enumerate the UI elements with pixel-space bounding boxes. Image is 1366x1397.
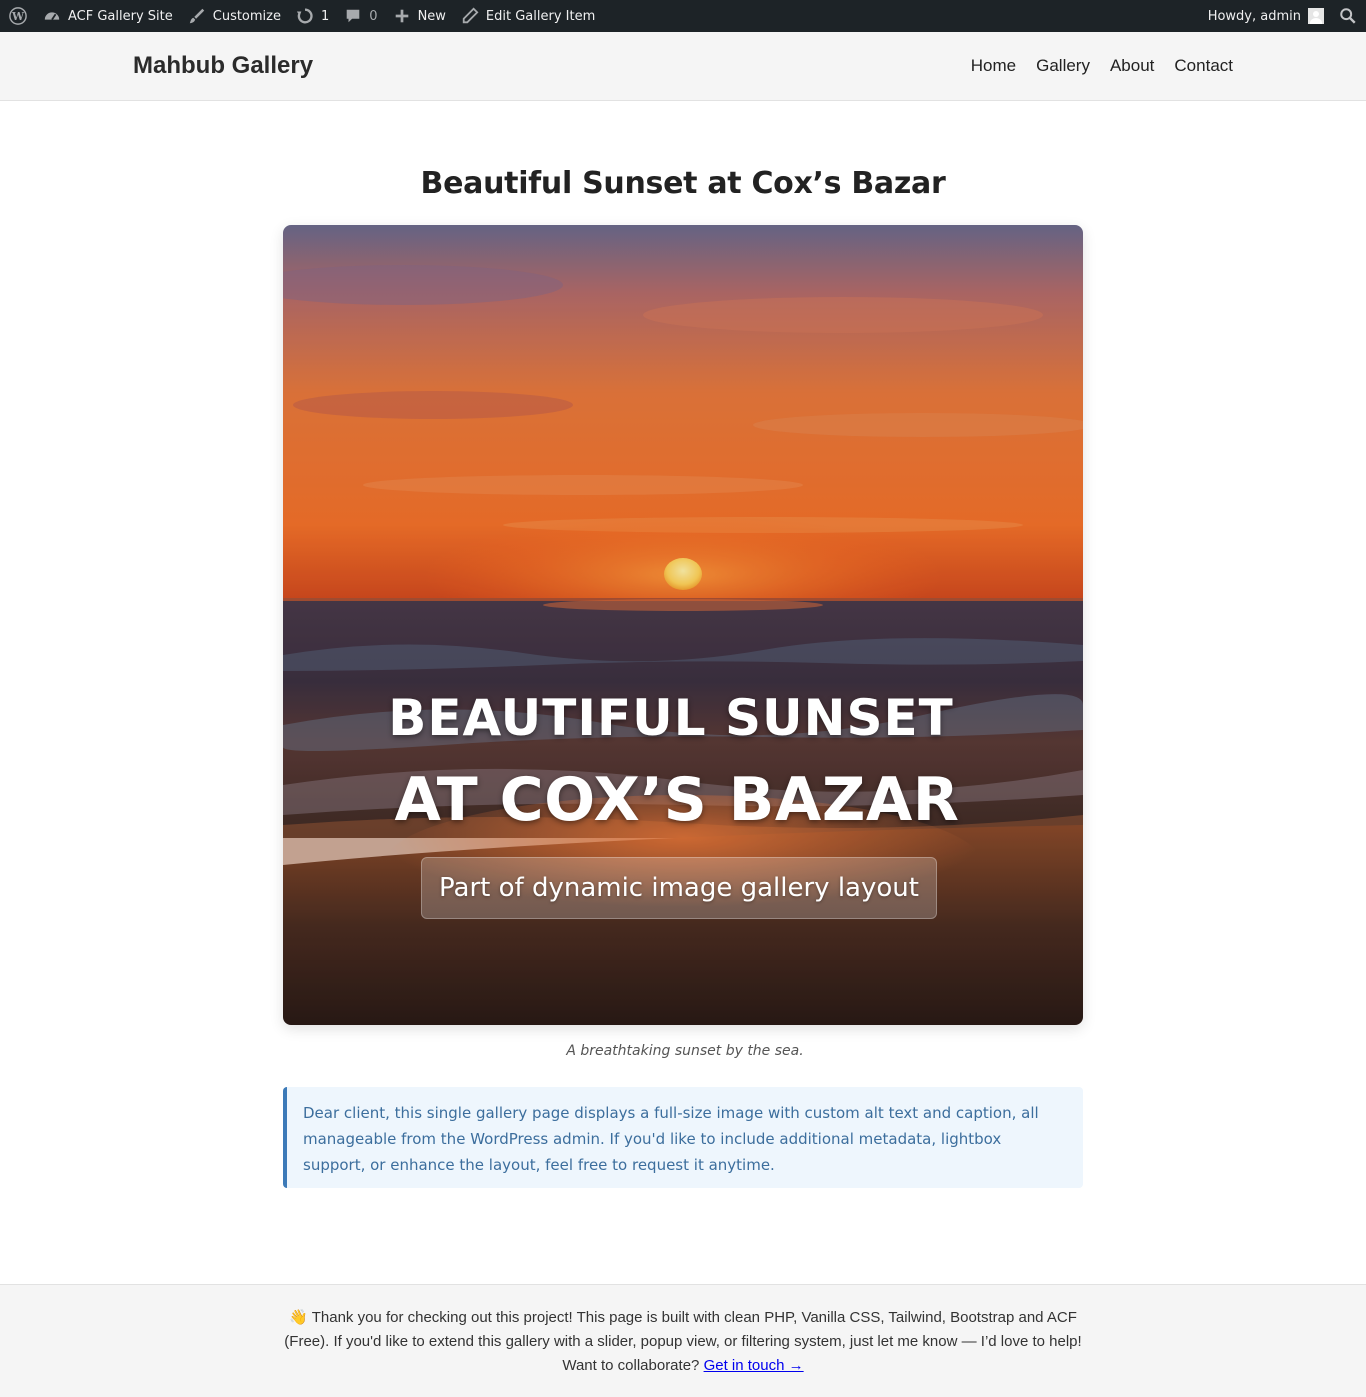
- main-nav: Home Gallery About Contact: [971, 56, 1233, 76]
- nav-about[interactable]: About: [1110, 56, 1154, 76]
- footer-message: 👋 Thank you for checking out this projec…: [278, 1306, 1088, 1378]
- nav-gallery[interactable]: Gallery: [1036, 56, 1090, 76]
- image-caption: A breathtaking sunset by the sea.: [566, 1043, 804, 1059]
- update-icon: [295, 6, 315, 26]
- client-note: Dear client, this single gallery page di…: [283, 1087, 1083, 1188]
- site-name-label: ACF Gallery Site: [68, 8, 173, 24]
- footer-cta-prefix: Want to collaborate?: [562, 1357, 700, 1374]
- wp-logo-menu[interactable]: W: [0, 0, 35, 32]
- site-name-menu[interactable]: ACF Gallery Site: [35, 0, 180, 32]
- my-account-menu[interactable]: Howdy, admin: [1201, 0, 1331, 32]
- nav-contact[interactable]: Contact: [1174, 56, 1233, 76]
- image-headline-line2: AT COX’S BAZAR: [394, 765, 960, 835]
- svg-text:W: W: [11, 10, 25, 23]
- page-title: Beautiful Sunset at Cox’s Bazar: [420, 166, 946, 201]
- updates-menu[interactable]: 1: [288, 0, 336, 32]
- comments-count: 0: [369, 8, 378, 24]
- new-label: New: [417, 8, 446, 24]
- image-badge: Part of dynamic image gallery layout: [421, 857, 937, 919]
- comment-icon: [343, 6, 363, 26]
- site-title[interactable]: Mahbub Gallery: [133, 52, 313, 80]
- customize-label: Customize: [212, 8, 281, 24]
- plus-icon: [392, 6, 412, 26]
- footer-text: Thank you for checking out this project!…: [284, 1309, 1082, 1350]
- get-in-touch-link[interactable]: Get in touch →: [704, 1357, 804, 1374]
- greeting-label: Howdy, admin: [1207, 8, 1301, 24]
- site-footer: 👋 Thank you for checking out this projec…: [0, 1284, 1366, 1397]
- search-icon: [1338, 6, 1358, 26]
- customize-menu[interactable]: Customize: [180, 0, 288, 32]
- edit-menu[interactable]: Edit Gallery Item: [453, 0, 602, 32]
- wave-emoji-icon: 👋: [289, 1309, 308, 1326]
- new-content-menu[interactable]: New: [385, 0, 453, 32]
- admin-bar: W ACF Gallery Site Customize 1 0 New Edi…: [0, 0, 1366, 32]
- image-headline-line1: BEAUTIFUL SUNSET: [388, 689, 954, 747]
- search-toggle[interactable]: [1331, 0, 1366, 32]
- brush-icon: [187, 6, 207, 26]
- nav-home[interactable]: Home: [971, 56, 1016, 76]
- comments-menu[interactable]: 0: [336, 0, 384, 32]
- avatar: [1308, 8, 1324, 24]
- updates-count: 1: [321, 8, 330, 24]
- pencil-icon: [460, 6, 480, 26]
- featured-image[interactable]: BEAUTIFUL SUNSET AT COX’S BAZAR Part of …: [283, 225, 1083, 1025]
- edit-label: Edit Gallery Item: [485, 8, 596, 24]
- dashboard-icon: [42, 6, 62, 26]
- site-header: Mahbub Gallery Home Gallery About Contac…: [0, 32, 1366, 101]
- wordpress-icon: W: [8, 6, 28, 26]
